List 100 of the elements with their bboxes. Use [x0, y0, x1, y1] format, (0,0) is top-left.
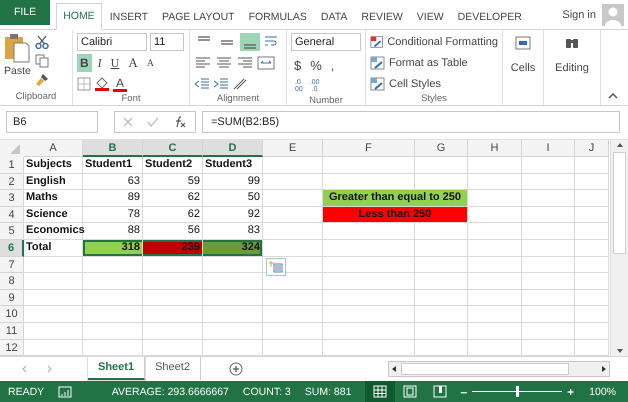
vertical-scrollbar[interactable] — [610, 140, 628, 356]
empty-cell — [143, 256, 203, 274]
sign-in-link[interactable]: Sign in — [562, 8, 596, 20]
increase-indent-icon[interactable] — [213, 77, 229, 91]
table-cell: 99 — [203, 174, 263, 190]
paste-button[interactable]: Paste — [4, 33, 31, 91]
shrink-font-button[interactable]: A — [144, 54, 157, 72]
ribbon-tab[interactable]: FORMULAS — [242, 5, 313, 29]
zoom-out-button[interactable]: – — [457, 384, 470, 398]
ribbon-tab[interactable]: DEVELOPER — [452, 5, 528, 29]
empty-cell — [83, 306, 143, 323]
column-header[interactable]: D — [203, 140, 263, 157]
table-cell: Student2 — [143, 157, 203, 174]
comma-button[interactable]: , — [328, 56, 338, 74]
cells-button[interactable]: Cells — [510, 30, 536, 78]
table-cell: Student1 — [83, 157, 143, 174]
styles-menu-button[interactable]: Cell Styles — [370, 75, 498, 93]
empty-cell — [522, 240, 575, 257]
column-header[interactable]: F — [323, 140, 415, 157]
empty-cell — [575, 273, 609, 290]
merge-cells-icon[interactable] — [257, 56, 275, 70]
font-name-field[interactable]: Calibri — [77, 33, 147, 51]
status-mode: READY — [8, 386, 44, 398]
empty-cell — [575, 174, 609, 190]
ribbon-tab[interactable]: HOME — [56, 3, 102, 30]
row-header[interactable]: 10 — [0, 306, 24, 323]
text-align-icon[interactable] — [215, 56, 233, 70]
group-label: Font — [120, 93, 142, 105]
text-align-icon[interactable] — [194, 56, 212, 70]
empty-cell — [522, 290, 575, 306]
sheet-tab[interactable]: Sheet2 — [145, 357, 201, 380]
row-header[interactable]: 9 — [0, 290, 24, 306]
quick-analysis-icon[interactable] — [266, 258, 286, 276]
macro-recording-icon[interactable] — [58, 386, 72, 398]
empty-cell — [415, 273, 468, 290]
column-header[interactable]: C — [143, 140, 203, 157]
horizontal-scrollbar[interactable] — [388, 360, 610, 376]
styles-menu-button[interactable]: Format as Table — [370, 54, 498, 72]
zoom-in-button[interactable]: + — [564, 384, 578, 398]
align-button-icon[interactable] — [240, 33, 260, 51]
fill-bucket-icon[interactable] — [94, 77, 110, 91]
column-header[interactable]: I — [522, 140, 575, 157]
collapse-ribbon-icon[interactable] — [608, 93, 618, 99]
row-header[interactable]: 11 — [0, 322, 24, 340]
percent-button[interactable]: % — [307, 56, 325, 74]
number-format-field[interactable]: General — [291, 33, 361, 51]
borders-icon[interactable] — [77, 77, 91, 91]
empty-cell — [263, 174, 323, 190]
text-align-icon[interactable] — [236, 56, 254, 70]
row-header[interactable]: 2 — [0, 174, 24, 190]
ribbon-tab[interactable]: DATA — [314, 5, 354, 29]
row-header[interactable]: 8 — [0, 273, 24, 290]
row-header[interactable]: 7 — [0, 256, 24, 274]
zoom-slider-thumb[interactable] — [516, 386, 520, 397]
font-size-field[interactable]: 11 — [150, 33, 184, 51]
empty-cell — [263, 322, 323, 340]
column-header[interactable]: B — [83, 140, 143, 157]
currency-button[interactable]: $ — [291, 56, 304, 74]
styles-menu-button[interactable]: Conditional Formatting — [370, 33, 498, 51]
editing-button[interactable]: Editing — [555, 30, 589, 78]
font-style-button[interactable]: B — [77, 54, 92, 72]
scissors-icon[interactable] — [34, 35, 49, 49]
font-style-button[interactable]: I — [94, 54, 105, 72]
row-header[interactable]: 12 — [0, 340, 24, 356]
paintbrush-icon[interactable] — [34, 73, 49, 87]
decrease-indent-icon[interactable] — [194, 77, 210, 91]
grid-view-icon[interactable] — [365, 381, 396, 402]
empty-cell — [575, 322, 609, 340]
name-box[interactable]: B6 — [6, 111, 98, 133]
table-cell: 78 — [83, 206, 143, 224]
table-cell: Student3 — [203, 157, 263, 174]
checkmark-icon[interactable] — [146, 116, 159, 128]
status-statistic: AVERAGE: 293.6666667 — [112, 386, 229, 398]
add-sheet-icon[interactable] — [228, 362, 243, 376]
ribbon-tab[interactable]: PAGE LAYOUT — [156, 5, 241, 29]
font-color-button[interactable]: A — [113, 76, 128, 92]
empty-cell — [522, 273, 575, 290]
column-header[interactable]: G — [415, 140, 468, 157]
sheet-tab[interactable]: Sheet1 — [88, 357, 146, 380]
column-header[interactable]: J — [575, 140, 609, 157]
row-header[interactable]: 6 — [0, 240, 24, 257]
row-header[interactable]: 3 — [0, 190, 24, 207]
ribbon-tab[interactable]: VIEW — [410, 5, 450, 29]
row-header[interactable]: 5 — [0, 223, 24, 240]
empty-cell — [522, 322, 575, 340]
file-tab[interactable]: FILE — [0, 0, 50, 25]
column-header[interactable]: H — [468, 140, 522, 157]
font-style-button[interactable]: U — [108, 54, 122, 72]
formula-field[interactable]: =SUM(B2:B5) — [202, 111, 620, 133]
empty-cell — [203, 273, 263, 290]
ribbon-tab[interactable]: INSERT — [104, 5, 154, 29]
avatar-icon — [602, 4, 624, 26]
grow-font-button[interactable]: A — [125, 54, 141, 72]
empty-cell — [143, 322, 203, 340]
ribbon-tab[interactable]: REVIEW — [355, 5, 409, 29]
row-header[interactable]: 4 — [0, 206, 24, 224]
column-header[interactable]: E — [263, 140, 323, 157]
row-header[interactable]: 1 — [0, 157, 24, 174]
copy-icon[interactable] — [34, 54, 49, 68]
column-header[interactable]: A — [24, 140, 83, 157]
